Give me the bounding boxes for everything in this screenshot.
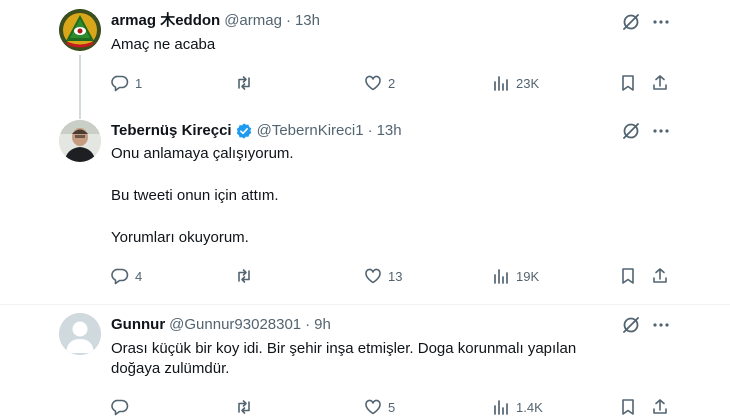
views-button[interactable]: 23K <box>491 72 539 94</box>
tweet-header: armag 木eddon @armag · 13h <box>111 11 320 31</box>
views-icon <box>494 269 508 284</box>
views-count: 23K <box>516 75 540 91</box>
separator-dot: · <box>285 12 291 29</box>
thread-line <box>79 113 81 119</box>
default-avatar-icon <box>59 313 101 355</box>
reply-button[interactable]: 1 <box>110 72 142 94</box>
tweet-2[interactable]: Tebernüş Kireçci @TebernKireci1 · 13h On… <box>0 113 730 305</box>
bookmark-button[interactable] <box>618 72 638 94</box>
tweet-text-line: Orası küçük bir koy idi. Bir şehir inşa … <box>111 340 577 357</box>
retweet-button[interactable] <box>234 265 259 287</box>
like-count: 5 <box>388 399 396 415</box>
bookmark-button[interactable] <box>618 265 638 287</box>
like-count: 13 <box>388 268 403 284</box>
grok-icon[interactable] <box>621 121 641 141</box>
tweet-text-line: Bu tweeti onun için attım. <box>111 187 279 204</box>
reply-button[interactable]: 4 <box>110 265 142 287</box>
action-bar: 5 1.4K <box>0 396 730 418</box>
avatar[interactable] <box>59 120 101 162</box>
like-icon <box>365 268 381 284</box>
reply-icon <box>111 399 129 416</box>
action-bar: 1 2 23K <box>0 72 730 94</box>
grok-icon[interactable] <box>621 315 641 335</box>
like-icon <box>365 75 381 91</box>
more-icon[interactable] <box>651 121 671 141</box>
bookmark-icon <box>622 268 634 284</box>
reply-button[interactable] <box>110 396 135 418</box>
views-icon <box>494 76 508 91</box>
retweet-button[interactable] <box>234 72 259 94</box>
like-button[interactable]: 5 <box>363 396 395 418</box>
reply-icon <box>111 268 129 285</box>
views-button[interactable]: 19K <box>491 265 539 287</box>
bookmark-icon <box>622 399 634 415</box>
like-button[interactable]: 13 <box>363 265 402 287</box>
user-handle[interactable]: @Gunnur93028301 <box>169 315 301 335</box>
display-name[interactable]: Tebernüş Kireçci <box>111 121 232 141</box>
separator-dot: · <box>367 122 373 139</box>
more-icon[interactable] <box>651 315 671 335</box>
timestamp[interactable]: 13h <box>377 121 402 141</box>
separator-dot: · <box>305 316 311 333</box>
like-icon <box>365 399 381 415</box>
reply-icon <box>111 75 129 92</box>
tweet-header: Gunnur @Gunnur93028301 · 9h <box>111 315 331 335</box>
retweet-icon <box>238 76 250 90</box>
avatar[interactable] <box>59 313 101 355</box>
tweet-1[interactable]: armag 木eddon @armag · 13h Amaç ne acaba … <box>0 0 730 113</box>
share-button[interactable] <box>650 72 670 94</box>
user-handle[interactable]: @TebernKireci1 <box>257 121 364 141</box>
reply-count: 1 <box>135 75 143 91</box>
display-name[interactable]: armag 木eddon <box>111 11 220 31</box>
tweet-header: Tebernüş Kireçci @TebernKireci1 · 13h <box>111 121 402 141</box>
tweet-text: Amaç ne acaba <box>111 35 671 55</box>
views-count: 1.4K <box>516 399 543 415</box>
views-icon <box>494 400 508 415</box>
tweet-text-line: Amaç ne acaba <box>111 36 216 53</box>
share-button[interactable] <box>650 265 670 287</box>
grok-icon[interactable] <box>621 12 641 32</box>
retweet-icon <box>238 400 250 414</box>
views-count: 19K <box>516 268 540 284</box>
avatar-image <box>59 120 101 162</box>
avatar-image <box>59 9 101 51</box>
tweet-text-line: Yorumları okuyorum. <box>111 229 249 246</box>
tweet-text-line: doğaya zulümdür. <box>111 360 230 377</box>
bookmark-icon <box>622 75 634 91</box>
timestamp[interactable]: 13h <box>295 11 320 31</box>
share-icon <box>653 75 667 90</box>
tweet-text: Orası küçük bir koy idi. Bir şehir inşa … <box>111 339 671 379</box>
tweet-text: Onu anlamaya çalışıyorum. Bu tweeti onun… <box>111 144 671 248</box>
avatar[interactable] <box>59 9 101 51</box>
share-icon <box>653 268 667 283</box>
retweet-icon <box>238 269 250 283</box>
like-count: 2 <box>388 75 396 91</box>
timestamp[interactable]: 9h <box>314 315 331 335</box>
share-icon <box>653 399 667 414</box>
share-button[interactable] <box>650 396 670 418</box>
tweet-text-line: Onu anlamaya çalışıyorum. <box>111 145 294 162</box>
reply-count: 4 <box>135 268 143 284</box>
user-handle[interactable]: @armag <box>224 11 282 31</box>
tweet-3[interactable]: Gunnur @Gunnur93028301 · 9h Orası küçük … <box>0 305 730 420</box>
action-bar: 4 13 19K <box>0 265 730 287</box>
bookmark-button[interactable] <box>618 396 638 418</box>
verified-badge-icon <box>235 122 253 140</box>
more-icon[interactable] <box>651 12 671 32</box>
display-name[interactable]: Gunnur <box>111 315 165 335</box>
like-button[interactable]: 2 <box>363 72 395 94</box>
retweet-button[interactable] <box>234 396 259 418</box>
views-button[interactable]: 1.4K <box>491 396 543 418</box>
